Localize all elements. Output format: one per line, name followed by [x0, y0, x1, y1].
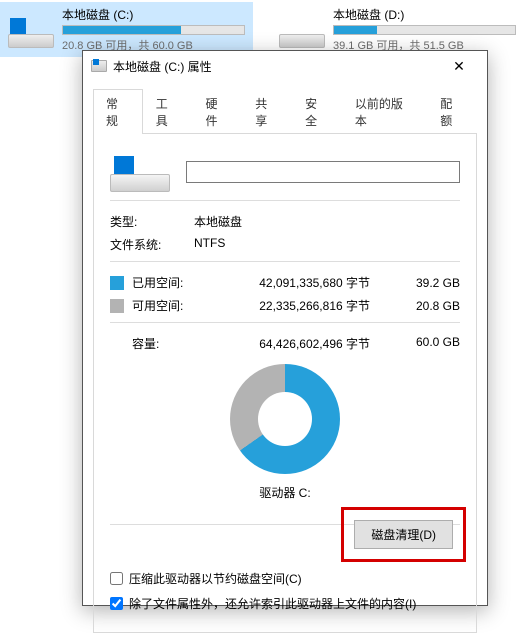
compress-label: 压缩此驱动器以节约磁盘空间(C): [129, 570, 302, 587]
compress-checkbox[interactable]: [110, 572, 123, 585]
drive-name-input[interactable]: [186, 161, 460, 183]
compress-checkbox-row[interactable]: 压缩此驱动器以节约磁盘空间(C): [110, 570, 460, 587]
drive-icon: [91, 60, 107, 72]
used-swatch: [110, 276, 124, 290]
free-label: 可用空间:: [132, 297, 214, 314]
free-gb: 20.8 GB: [400, 299, 460, 313]
tabstrip: 常规工具硬件共享安全以前的版本配额: [83, 81, 487, 134]
close-button[interactable]: ✕: [439, 52, 479, 80]
drive-icon-large: [110, 152, 170, 192]
tab[interactable]: 常规: [93, 89, 143, 134]
tab[interactable]: 以前的版本: [342, 89, 427, 134]
usage-pie-chart: [230, 364, 340, 474]
highlight-box: 磁盘清理(D): [341, 507, 466, 562]
divider: [110, 200, 460, 201]
index-label: 除了文件属性外，还允许索引此驱动器上文件的内容(I): [129, 595, 416, 612]
titlebar: 本地磁盘 (C:) 属性 ✕: [83, 51, 487, 81]
used-bytes: 42,091,335,680 字节: [214, 274, 400, 291]
capacity-gb: 60.0 GB: [400, 335, 460, 352]
capacity-bytes: 64,426,602,496 字节: [214, 335, 400, 352]
explorer-drive-item[interactable]: 本地磁盘 (D:)39.1 GB 可用，共 51.5 GB: [271, 2, 524, 57]
index-checkbox[interactable]: [110, 597, 123, 610]
drive-icon: [8, 12, 54, 48]
disk-cleanup-button[interactable]: 磁盘清理(D): [354, 520, 453, 549]
capacity-label: 容量:: [110, 335, 214, 352]
drive-icon: [279, 12, 325, 48]
type-value: 本地磁盘: [194, 213, 460, 230]
free-bytes: 22,335,266,816 字节: [214, 297, 400, 314]
drive-name: 本地磁盘 (C:): [62, 6, 245, 23]
tab[interactable]: 安全: [292, 89, 342, 134]
tab[interactable]: 工具: [143, 89, 193, 134]
free-swatch: [110, 299, 124, 313]
dialog-title: 本地磁盘 (C:) 属性: [113, 58, 439, 75]
drive-label: 驱动器 C:: [110, 484, 460, 501]
explorer-drive-item[interactable]: 本地磁盘 (C:)20.8 GB 可用，共 60.0 GB: [0, 2, 253, 57]
used-gb: 39.2 GB: [400, 276, 460, 290]
tab[interactable]: 共享: [242, 89, 292, 134]
filesystem-label: 文件系统:: [110, 236, 194, 253]
used-label: 已用空间:: [132, 274, 214, 291]
drive-usage-bar: [333, 25, 516, 35]
tab[interactable]: 配额: [427, 89, 477, 134]
drive-name: 本地磁盘 (D:): [333, 6, 516, 23]
tab[interactable]: 硬件: [193, 89, 243, 134]
filesystem-value: NTFS: [194, 236, 460, 253]
divider: [110, 261, 460, 262]
drive-usage-bar: [62, 25, 245, 35]
tab-panel-general: 类型: 本地磁盘 文件系统: NTFS 已用空间: 42,091,335,680…: [93, 133, 477, 633]
divider: [110, 322, 460, 323]
index-checkbox-row[interactable]: 除了文件属性外，还允许索引此驱动器上文件的内容(I): [110, 595, 460, 612]
type-label: 类型:: [110, 213, 194, 230]
properties-dialog: 本地磁盘 (C:) 属性 ✕ 常规工具硬件共享安全以前的版本配额 类型: 本地磁…: [82, 50, 488, 606]
